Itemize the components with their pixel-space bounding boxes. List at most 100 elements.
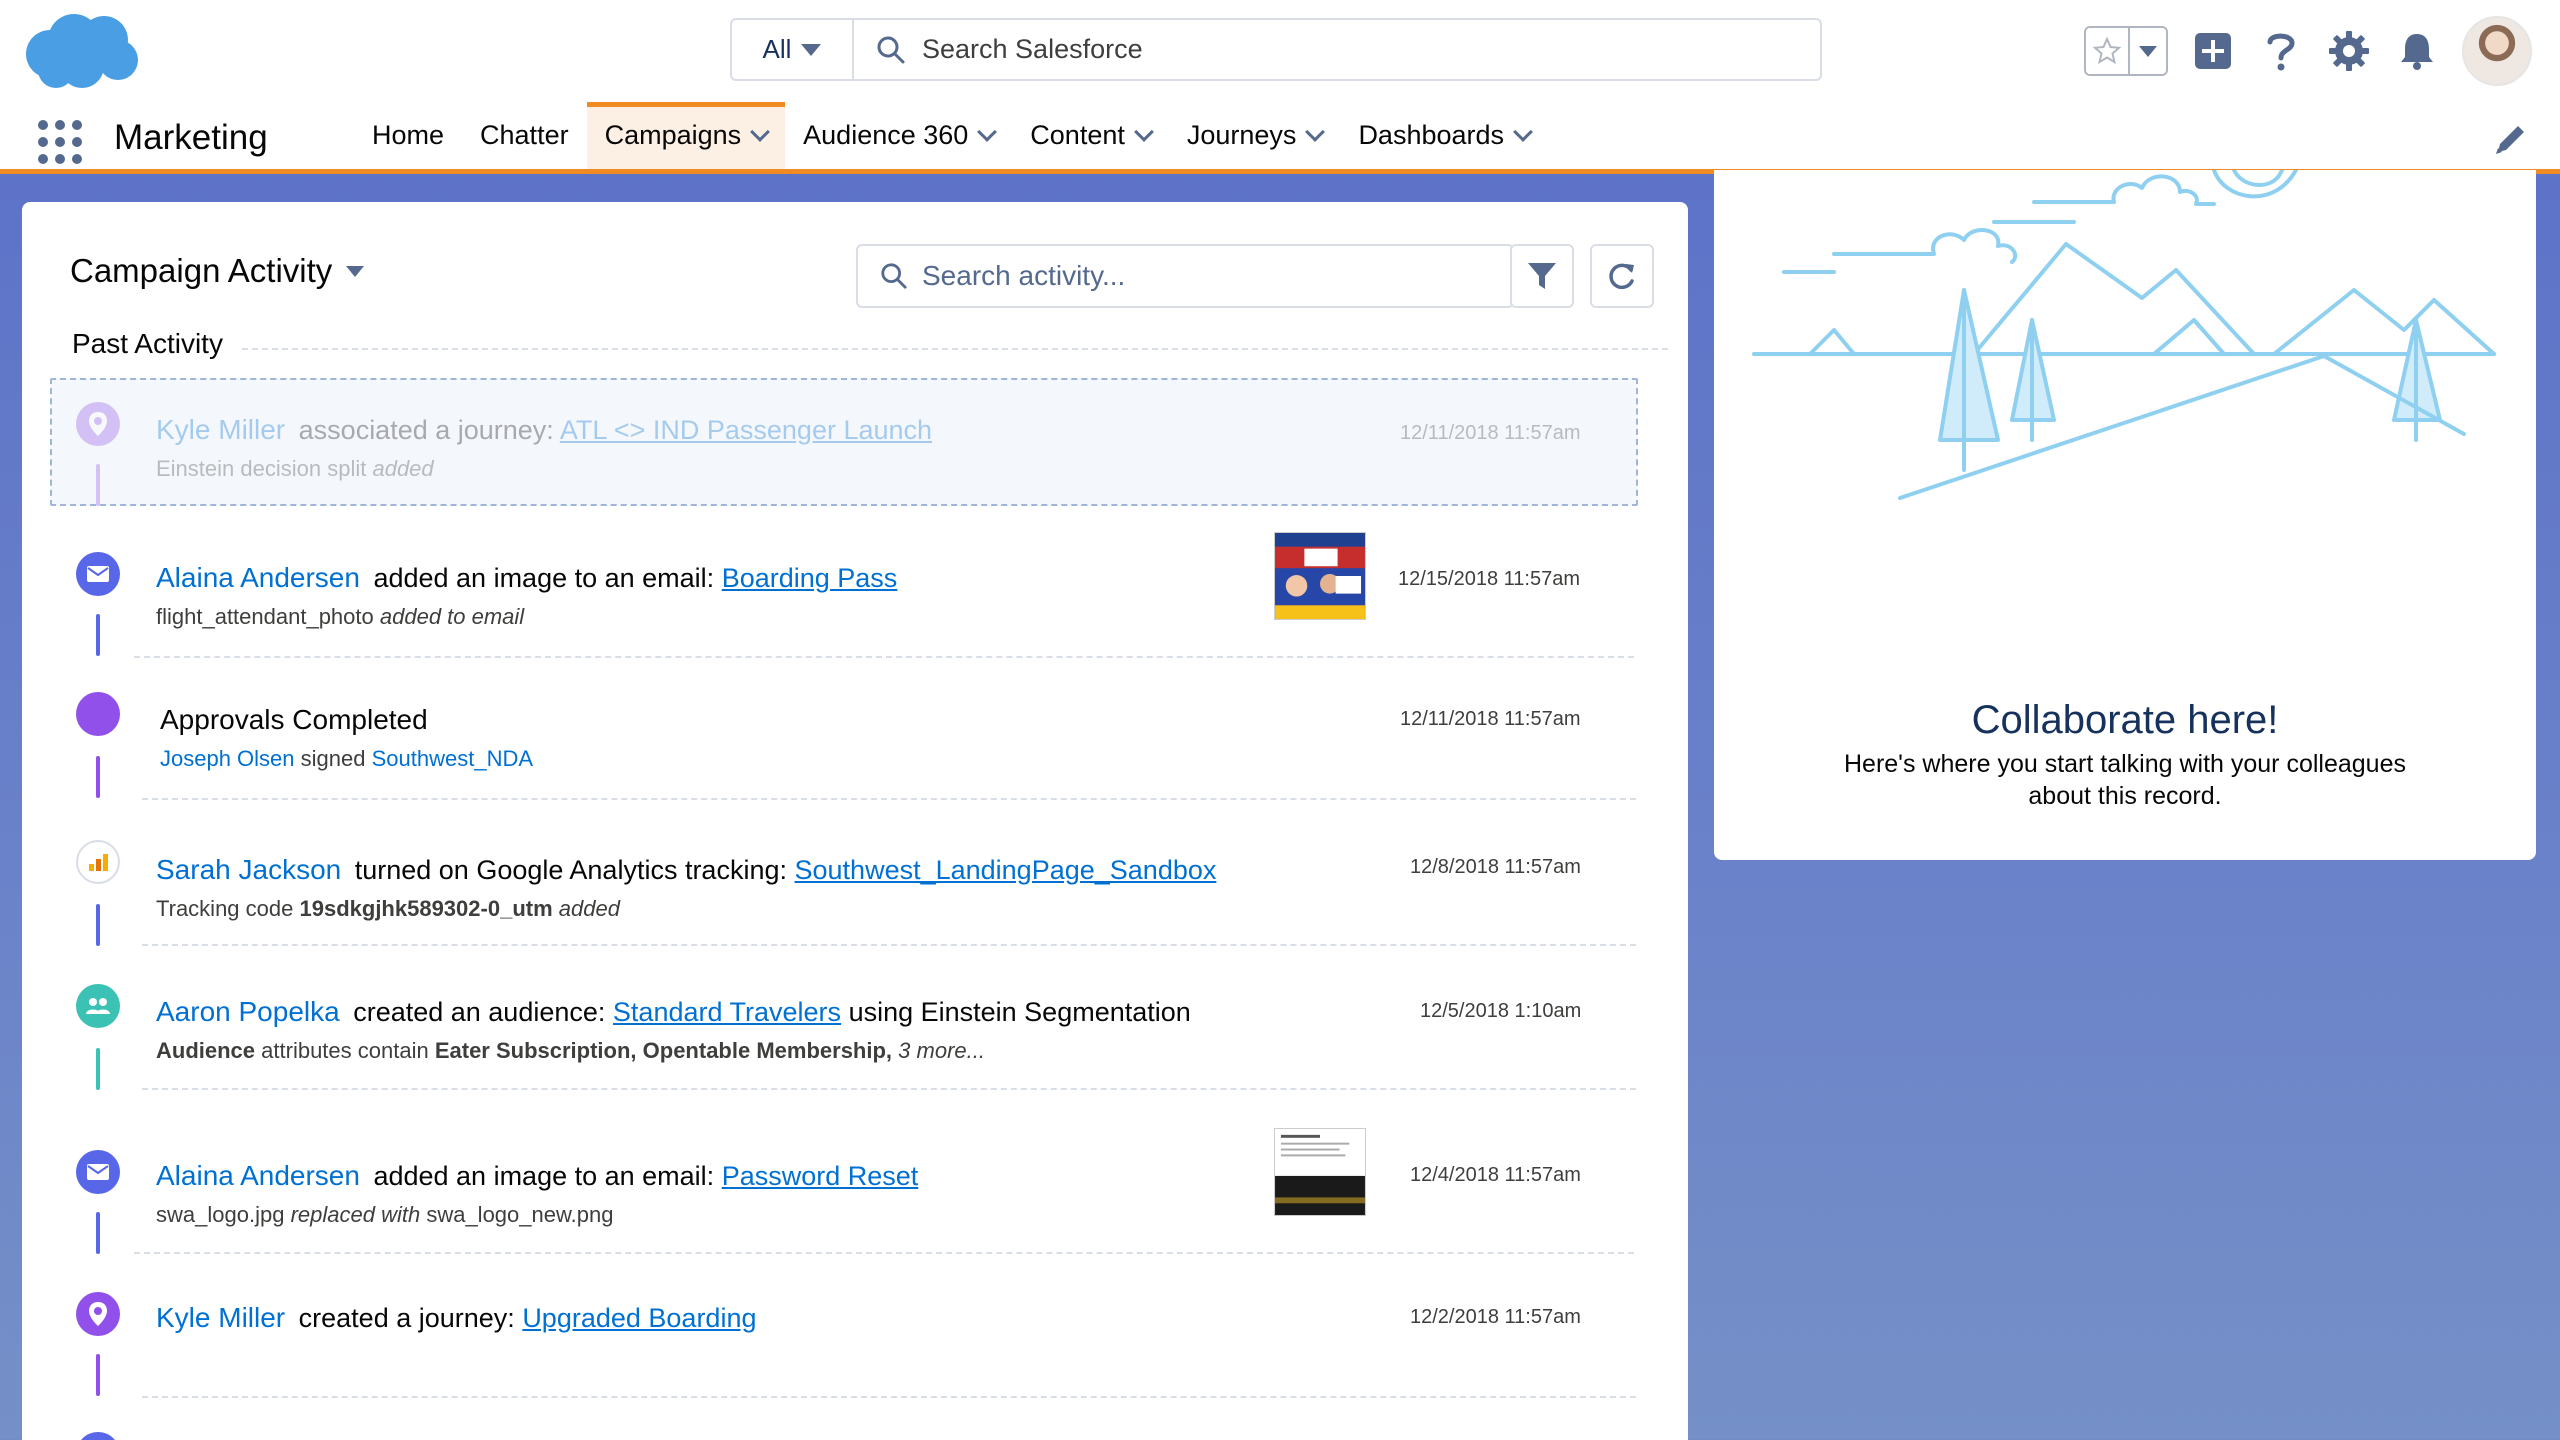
refresh-button[interactable]	[1590, 244, 1654, 308]
timeline-item[interactable]: Approvals Completed Joseph Olsen signed …	[22, 678, 1688, 808]
timeline-detail: Einstein decision split added	[156, 456, 932, 482]
collaborate-card: Collaborate here! Here's where you start…	[1714, 170, 2536, 860]
nav-item-label: Audience 360	[803, 120, 969, 150]
item-divider	[142, 1396, 1636, 1398]
caret-down-icon	[346, 265, 365, 277]
nav-item-home[interactable]: Home	[354, 102, 462, 169]
detail-status: added	[558, 896, 620, 921]
chevron-down-icon[interactable]	[750, 121, 771, 142]
timeline-item[interactable]: Alaina Andersen added an image to an ema…	[22, 532, 1688, 662]
search-scope-select[interactable]: All	[732, 20, 854, 79]
setup-button[interactable]	[2326, 28, 2372, 74]
chevron-down-icon[interactable]	[1133, 121, 1154, 142]
timeline-item[interactable]: Kyle Miller created a journey: Upgraded …	[22, 1268, 1688, 1398]
activity-search-input[interactable]	[922, 260, 1512, 292]
global-actions-button[interactable]	[2190, 28, 2236, 74]
timeline-content: Alaina Andersen added an image to an ema…	[156, 562, 897, 630]
record-link[interactable]: ATL <> IND Passenger Launch	[560, 415, 932, 445]
user-avatar[interactable]	[2462, 16, 2532, 86]
nav-item-label: Home	[372, 120, 445, 150]
actor-link[interactable]: Kyle Miller	[156, 1302, 285, 1333]
timestamp: 12/15/2018 11:57am	[1398, 568, 1581, 590]
actor-link[interactable]: Kyle Miller	[156, 414, 285, 445]
help-button[interactable]	[2258, 28, 2304, 74]
timeline-headline: Alaina Andersen added an image to an ema…	[156, 562, 897, 594]
approval-icon	[76, 692, 120, 736]
app-launcher-icon[interactable]	[38, 120, 82, 164]
detail-action: signed	[300, 746, 366, 771]
detail-text: Tracking code	[156, 896, 294, 921]
timeline-headline: Aaron Popelka created an audience: Stand…	[156, 996, 1191, 1028]
activity-search	[856, 244, 1514, 308]
timeline-content: Alaina Andersen added an image to an ema…	[156, 1160, 918, 1228]
timeline-connector	[96, 464, 100, 506]
audience-icon	[76, 984, 120, 1028]
nav-item-journeys[interactable]: Journeys	[1169, 102, 1341, 169]
timeline-item[interactable]: Sarah Jackson turned on Google Analytics…	[22, 822, 1688, 952]
past-activity-heading: Past Activity	[72, 328, 233, 360]
record-link[interactable]: Standard Travelers	[613, 997, 841, 1027]
global-header: All	[0, 0, 2560, 102]
detail-status: added to email	[379, 604, 525, 629]
search-scope-label: All	[762, 34, 792, 64]
record-link[interactable]: Password Reset	[722, 1161, 919, 1191]
caret-down-icon	[2139, 45, 2157, 57]
chevron-down-icon[interactable]	[1305, 121, 1326, 142]
record-link[interactable]: Upgraded Boarding	[522, 1303, 756, 1333]
item-divider	[134, 656, 1634, 658]
favorites-menu-button[interactable]	[2130, 28, 2166, 74]
action-text-after: using Einstein Segmentation	[848, 997, 1191, 1027]
card-title-label: Campaign Activity	[70, 252, 333, 289]
timeline-headline: Kyle Miller created a journey: Upgraded …	[156, 1302, 756, 1334]
email-thumbnail[interactable]	[1274, 1128, 1366, 1216]
nav-item-label: Content	[1030, 120, 1125, 150]
nav-item-label: Dashboards	[1358, 120, 1505, 150]
tracking-code: 19sdkgjhk589302-0_utm	[299, 896, 553, 921]
record-link[interactable]: Southwest_LandingPage_Sandbox	[795, 855, 1217, 885]
timestamp: 12/4/2018 11:57am	[1410, 1164, 1581, 1186]
header-actions	[2084, 16, 2532, 86]
edit-nav-icon[interactable]	[2492, 120, 2530, 158]
actor-link[interactable]: Sarah Jackson	[156, 854, 341, 885]
record-link[interactable]: Boarding Pass	[722, 563, 898, 593]
notifications-button[interactable]	[2394, 28, 2440, 74]
more-link[interactable]: 3 more...	[898, 1038, 985, 1063]
envelope-icon	[87, 1164, 109, 1180]
chevron-down-icon[interactable]	[977, 121, 998, 142]
global-search-input[interactable]	[922, 20, 1820, 79]
detail-text: Einstein decision split	[156, 456, 367, 481]
actor-link[interactable]: Joseph Olsen	[160, 746, 295, 771]
nav-item-campaigns[interactable]: Campaigns	[586, 102, 786, 169]
chevron-down-icon[interactable]	[1513, 121, 1533, 142]
actor-link[interactable]: Alaina Andersen	[156, 1160, 360, 1191]
actor-link[interactable]: Aaron Popelka	[156, 996, 340, 1027]
detail-text: swa_logo.jpg	[156, 1202, 285, 1227]
timeline-content: Kyle Miller associated a journey: ATL <>…	[156, 414, 932, 482]
email-icon	[76, 552, 120, 596]
timeline-item[interactable]: Kyle Miller associated a journey: ATL <>…	[22, 378, 1688, 506]
nav-item-label: Chatter	[480, 120, 569, 150]
favorites-group	[2084, 26, 2168, 76]
actor-link[interactable]: Alaina Andersen	[156, 562, 360, 593]
app-navigation: Marketing Home Chatter Campaigns Audienc…	[0, 102, 2560, 174]
timeline-content: Aaron Popelka created an audience: Stand…	[156, 996, 1191, 1064]
search-icon	[877, 36, 905, 63]
timeline-item[interactable]: Aaron Popelka created an audience: Stand…	[22, 966, 1688, 1096]
nav-item-dashboards[interactable]: Dashboards	[1340, 102, 1548, 169]
nav-item-chatter[interactable]: Chatter	[462, 102, 587, 169]
nav-item-audience-360[interactable]: Audience 360	[785, 102, 1012, 169]
record-link[interactable]: Southwest_NDA	[372, 746, 533, 771]
salesforce-logo-icon[interactable]	[22, 10, 140, 92]
filter-button[interactable]	[1510, 244, 1574, 308]
timeline-headline: Sarah Jackson turned on Google Analytics…	[156, 854, 1216, 886]
timeline-item[interactable]: Alaina Andersen added an image to an ema…	[22, 1108, 1688, 1258]
audience-attributes: Eater Subscription, Opentable Membership…	[434, 1038, 893, 1063]
help-icon	[2267, 33, 2295, 71]
nav-item-content[interactable]: Content	[1012, 102, 1169, 169]
email-thumbnail[interactable]	[1274, 532, 1366, 620]
detail-text-after: swa_logo_new.png	[426, 1202, 614, 1227]
favorites-button[interactable]	[2086, 28, 2130, 74]
envelope-icon	[87, 566, 109, 582]
timeline-connector	[96, 904, 100, 946]
campaign-activity-title[interactable]: Campaign Activity	[70, 252, 365, 290]
